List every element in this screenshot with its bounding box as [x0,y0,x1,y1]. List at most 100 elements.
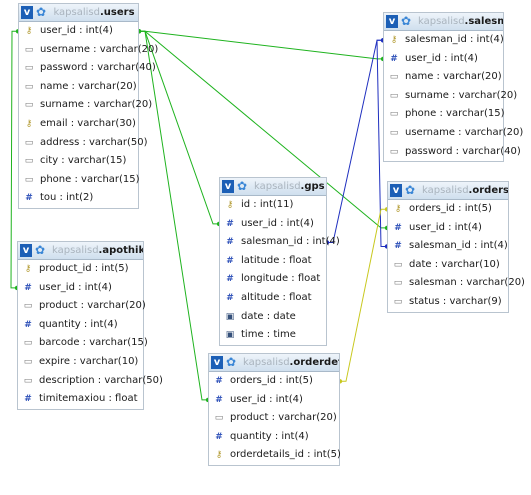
column-row[interactable]: # user_id : int(4) [220,215,326,234]
column-row[interactable]: ⚷ email : varchar(30) [19,115,138,134]
column-label: expire : varchar(10) [39,355,139,367]
table-header[interactable]: v ✿ kapsalisd.salesman [384,13,503,31]
relation-line [327,39,383,243]
column-row[interactable]: # user_id : int(4) [384,50,503,69]
table-header[interactable]: v ✿ kapsalisd.users [19,4,138,22]
gear-icon[interactable]: ✿ [237,179,251,193]
text-type-icon: ▭ [389,146,399,157]
column-row[interactable]: ▭ address : varchar(50) [19,134,148,153]
column-row[interactable]: ▭ password : varchar(40) [384,143,521,162]
numeric-type-icon: # [226,218,234,229]
column-row[interactable]: ⚷ user_id : int(4) [19,22,138,41]
column-row[interactable]: # user_id : int(4) [209,391,339,410]
column-row[interactable]: ⚷ orders_id : int(5) [388,200,508,219]
collapse-toggle-icon[interactable]: v [222,180,234,193]
column-row[interactable]: # longitude : float [220,270,326,289]
text-type-icon: ▭ [389,72,399,83]
key-icon: ⚷ [226,200,234,210]
column-row[interactable]: ▣ date : date [220,308,326,327]
table-header[interactable]: v ✿ kapsalisd.apothiki [18,242,143,260]
column-row[interactable]: ⚷ salesman_id : int(4) [384,31,504,50]
column-row[interactable]: # orders_id : int(5) [209,372,339,391]
column-row[interactable]: ▭ phone : varchar(15) [384,105,505,124]
key-icon: ⚷ [390,35,398,45]
column-label: password : varchar(40) [40,62,156,74]
db-name: kapsalisd [254,181,301,192]
numeric-type-icon: # [24,394,32,405]
text-type-icon: ▭ [393,259,403,270]
column-row[interactable]: ▭ product : varchar(20) [209,409,339,428]
gear-icon[interactable]: ✿ [401,14,415,28]
column-row[interactable]: ▭ description : varchar(50) [18,372,163,391]
gear-icon[interactable]: ✿ [405,183,419,197]
column-label: username : varchar(20) [40,43,159,55]
table-users[interactable]: v ✿ kapsalisd.users ⚷ user_id : int(4) ▭ us… [18,3,159,209]
numeric-type-icon: # [24,319,32,330]
column-row[interactable]: ⚷ orderdetails_id : int(5) [209,446,341,465]
collapse-toggle-icon[interactable]: v [21,6,33,19]
column-row[interactable]: ▭ salesman : varchar(20) [388,274,525,293]
column-row[interactable]: # timitemaxiou : float [18,390,143,409]
column-row[interactable]: ▭ surname : varchar(20) [19,96,152,115]
collapse-toggle-icon[interactable]: v [386,15,398,28]
relation-line [139,30,383,60]
column-row[interactable]: # user_id : int(4) [388,219,508,238]
table-orderdetails[interactable]: v ✿ kapsalisd.orderdetails # orders_id : … [208,353,341,466]
column-row[interactable]: # salesman_id : int(4) [220,233,340,252]
column-row[interactable]: ▭ name : varchar(20) [384,68,503,87]
column-row[interactable]: ▭ barcode : varchar(15) [18,334,148,353]
column-label: user_id : int(4) [39,281,112,293]
column-row[interactable]: ▣ time : time [220,326,326,345]
column-row[interactable]: ▭ city : varchar(15) [19,152,138,171]
table-apothiki[interactable]: v ✿ kapsalisd.apothiki ⚷ product_id : int… [17,241,163,410]
column-label: surname : varchar(20) [40,99,153,111]
column-row[interactable]: ▭ username : varchar(20) [384,124,524,143]
column-label: phone : varchar(15) [405,108,505,120]
collapse-toggle-icon[interactable]: v [390,184,402,197]
numeric-type-icon: # [390,53,398,64]
column-label: product_id : int(5) [39,263,129,274]
numeric-type-icon: # [24,282,32,293]
column-row[interactable]: # latitude : float [220,252,326,271]
text-type-icon: ▭ [393,296,403,307]
collapse-toggle-icon[interactable]: v [20,244,32,257]
numeric-type-icon: # [226,255,234,266]
gear-icon[interactable]: ✿ [36,5,50,19]
column-row[interactable]: # tou : int(2) [19,189,138,208]
key-icon: ⚷ [25,26,33,36]
column-row[interactable]: ▭ phone : varchar(15) [19,171,140,190]
db-name: kapsalisd [422,185,469,196]
column-row[interactable]: # quantity : int(4) [209,428,339,447]
column-row[interactable]: # salesman_id : int(4) [388,237,508,256]
column-row[interactable]: ▭ name : varchar(20) [19,78,138,97]
gear-icon[interactable]: ✿ [35,243,49,257]
column-row[interactable]: ▭ status : varchar(9) [388,293,508,312]
column-row[interactable]: ▭ password : varchar(40) [19,59,156,78]
numeric-type-icon: # [394,222,402,233]
table-salesman[interactable]: v ✿ kapsalisd.salesman ⚷ salesman_id : in… [383,12,524,163]
numeric-type-icon: # [215,431,223,442]
gear-icon[interactable]: ✿ [226,355,240,369]
column-label: altitude : float [241,291,312,303]
column-row[interactable]: ⚷ id : int(11) [220,196,326,215]
column-row[interactable]: ▭ date : varchar(10) [388,256,508,275]
column-row[interactable]: ▭ product : varchar(20) [18,297,146,316]
column-row[interactable]: ▭ expire : varchar(10) [18,353,143,372]
db-name: kapsalisd [243,357,290,368]
column-label: user_id : int(4) [230,393,303,405]
table-orders[interactable]: v ✿ kapsalisd.orders ⚷ orders_id : int(5)… [387,181,525,313]
column-row[interactable]: ⚷ product_id : int(5) [18,260,143,279]
table-header[interactable]: v ✿ kapsalisd.orderdetails [209,354,339,372]
column-row[interactable]: # altitude : float [220,289,326,308]
column-row[interactable]: # quantity : int(4) [18,316,143,335]
table-header[interactable]: v ✿ kapsalisd.orders [388,182,508,200]
column-row[interactable]: # user_id : int(4) [18,279,143,298]
column-label: orderdetails_id : int(5) [230,449,341,461]
table-header[interactable]: v ✿ kapsalisd.gps [220,178,326,196]
text-type-icon: ▭ [389,127,399,138]
collapse-toggle-icon[interactable]: v [211,356,223,369]
table-gps[interactable]: v ✿ kapsalisd.gps ⚷ id : int(11) # user_id … [219,177,340,346]
column-row[interactable]: ▭ username : varchar(20) [19,41,159,60]
column-row[interactable]: ▭ surname : varchar(20) [384,87,517,106]
column-label: time : time [241,329,296,341]
